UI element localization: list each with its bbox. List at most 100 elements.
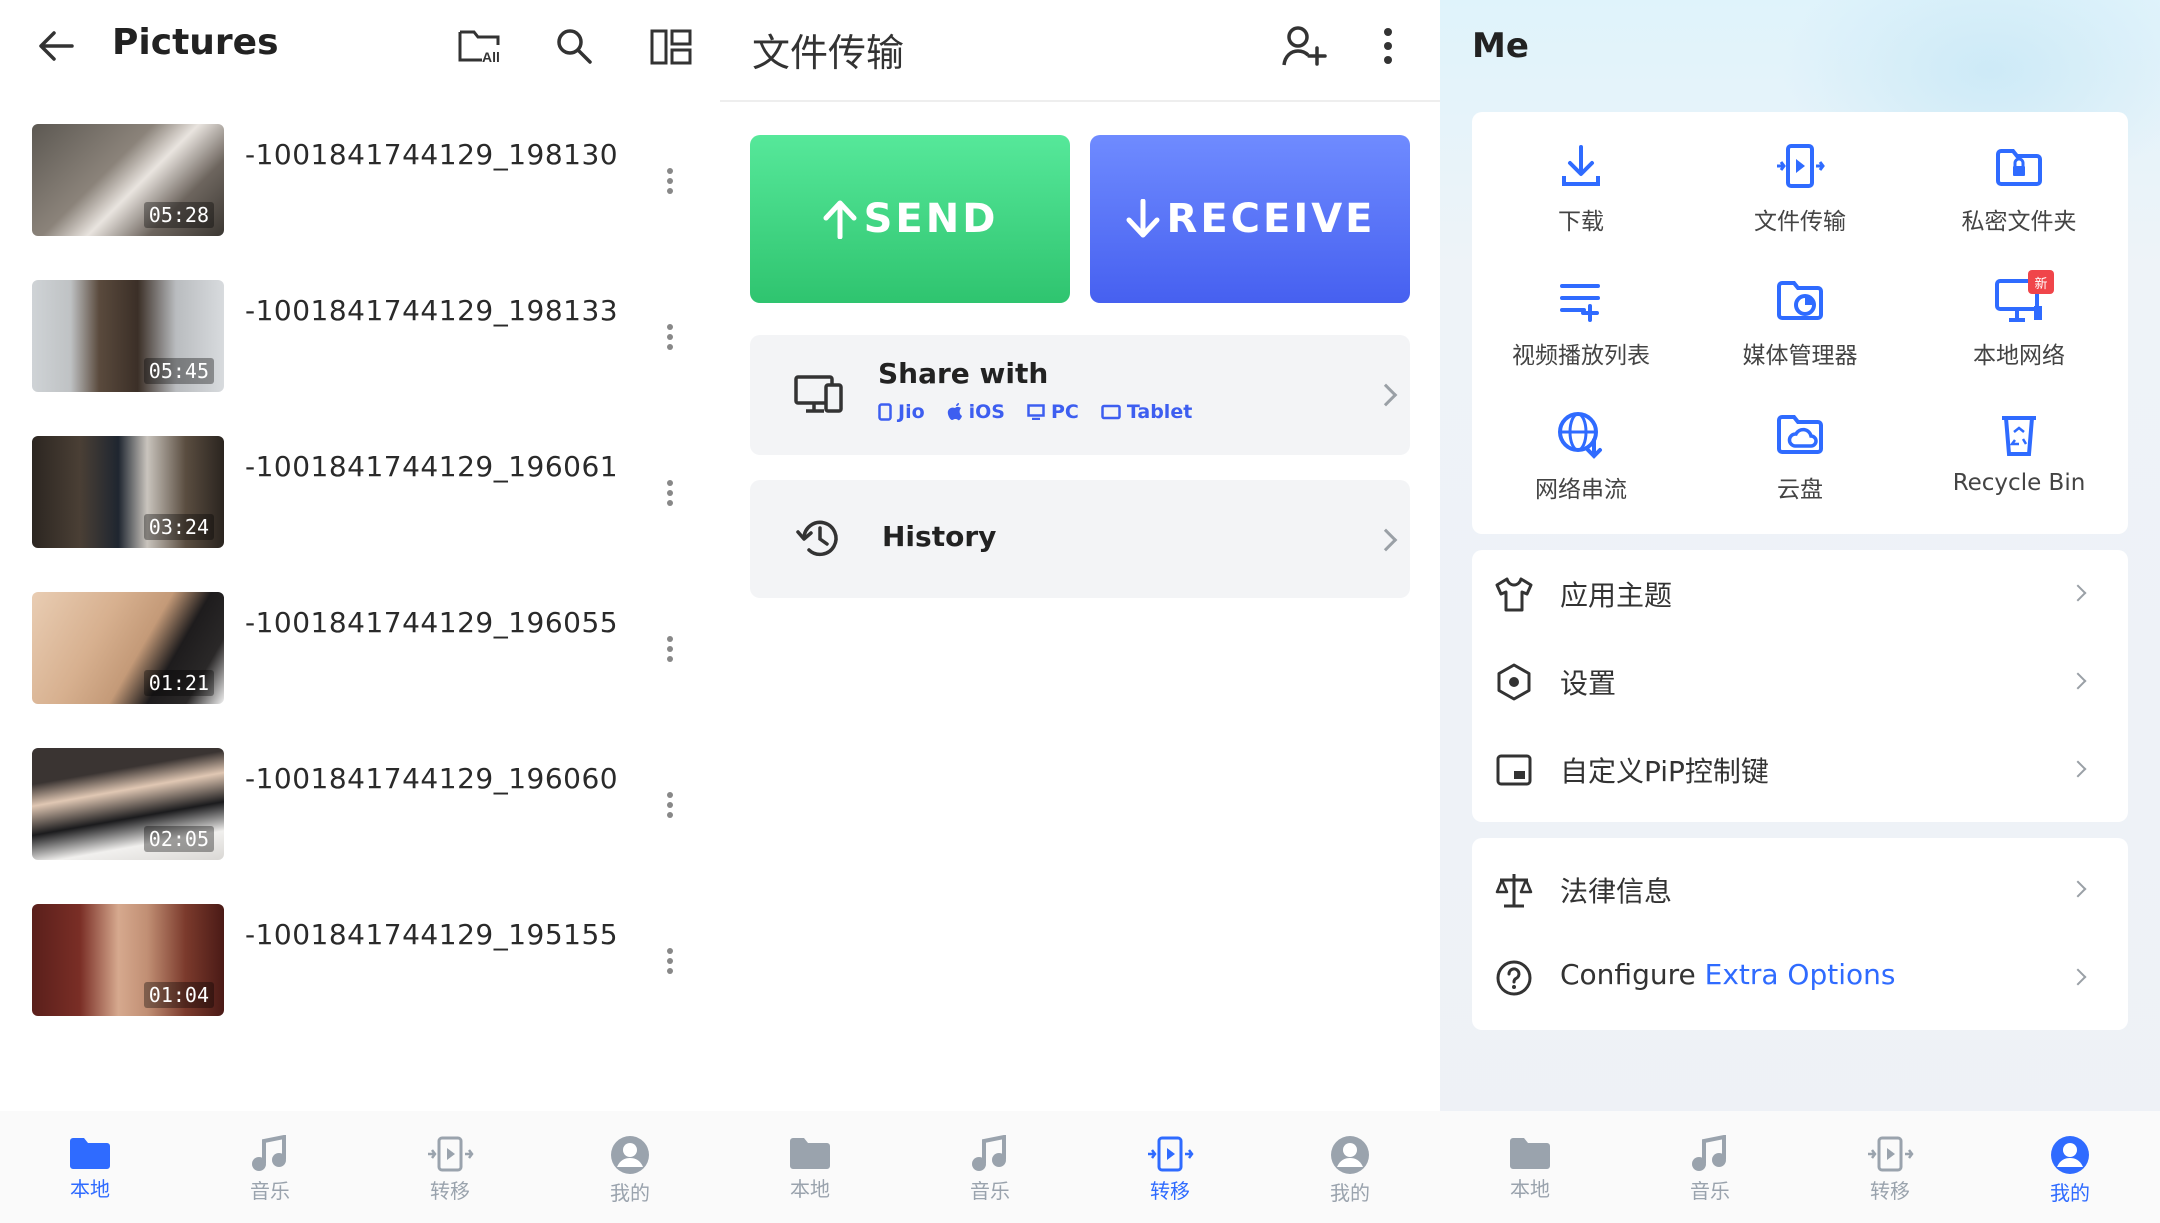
receive-button[interactable]: RECEIVE (1090, 135, 1410, 303)
chevron-right-icon (1374, 528, 1398, 552)
chevron-right-icon (2069, 880, 2087, 898)
playlist-icon (1560, 284, 1600, 322)
grid-item-local-network[interactable]: 新 本地网络 (1910, 246, 2128, 376)
video-item[interactable]: 02:05 -1001841744129_196060 (0, 748, 720, 904)
video-thumbnail[interactable]: 05:45 (32, 280, 224, 392)
video-name: -1001841744129_198133 (245, 294, 619, 327)
profile-icon (1331, 1136, 1369, 1174)
add-person-icon (1282, 26, 1327, 66)
layout-toggle-button[interactable] (648, 26, 694, 68)
grid-item-recycle-bin[interactable]: Recycle Bin (1910, 380, 2128, 510)
video-item[interactable]: 01:21 -1001841744129_196055 (0, 592, 720, 748)
share-with-card[interactable]: Share with Jio iOS PC Tablet (750, 335, 1410, 455)
chevron-right-icon (2069, 672, 2087, 690)
nav-me[interactable]: 我的 (1260, 1111, 1440, 1223)
search-button[interactable] (552, 24, 596, 68)
menu-item-theme[interactable]: 应用主题 (1472, 550, 2128, 638)
nav-me[interactable]: 我的 (1980, 1111, 2160, 1223)
more-options-button[interactable] (660, 476, 680, 516)
video-thumbnail[interactable]: 02:05 (32, 748, 224, 860)
apple-icon (947, 403, 962, 421)
file-transfer-icon (1777, 144, 1825, 188)
page-title: Pictures (112, 22, 279, 63)
send-button[interactable]: SEND (750, 135, 1070, 303)
music-icon (1692, 1135, 1726, 1171)
more-options-button[interactable] (660, 164, 680, 204)
nav-music[interactable]: 音乐 (180, 1111, 360, 1223)
me-panel: Me 下载 文件传输 私密文件夹 视频播放列表 媒体管理器 新 本地网络 网络串… (1440, 0, 2160, 1223)
video-thumbnail[interactable]: 01:04 (32, 904, 224, 1016)
menu-item-label: 应用主题 (1560, 579, 1673, 612)
music-icon (972, 1135, 1006, 1171)
video-thumbnail[interactable]: 05:28 (32, 124, 224, 236)
grid-layout-icon (650, 29, 692, 65)
grid-item-file-transfer[interactable]: 文件传输 (1691, 112, 1909, 242)
video-item[interactable]: 03:24 -1001841744129_196061 (0, 436, 720, 592)
menu-item-pip-controls[interactable]: 自定义PiP控制键 (1472, 726, 2128, 814)
grid-item-label: 网络串流 (1535, 477, 1627, 503)
phone-icon (878, 403, 892, 421)
grid-item-label: 视频播放列表 (1512, 343, 1650, 369)
nav-music[interactable]: 音乐 (1620, 1111, 1800, 1223)
network-stream-icon (1558, 412, 1602, 459)
video-item[interactable]: 05:28 -1001841744129_198130 (0, 124, 720, 280)
video-name: -1001841744129_195155 (245, 918, 619, 951)
more-menu-button[interactable] (1376, 24, 1400, 68)
grid-item-network-stream[interactable]: 网络串流 (1472, 380, 1690, 510)
monitor-icon (1027, 404, 1045, 420)
video-thumbnail[interactable]: 03:24 (32, 436, 224, 548)
nav-me[interactable]: 我的 (540, 1111, 720, 1223)
tag-jio: Jio (878, 401, 925, 423)
nav-label: 本地 (70, 1177, 110, 1201)
view-all-folders-button[interactable]: All (456, 24, 506, 68)
nav-transfer[interactable]: 转移 (360, 1111, 540, 1223)
video-name: -1001841744129_196061 (245, 450, 619, 483)
grid-item-private-folder[interactable]: 私密文件夹 (1910, 112, 2128, 242)
more-options-button[interactable] (660, 320, 680, 360)
grid-item-label: Recycle Bin (1952, 470, 2086, 496)
nav-local[interactable]: 本地 (1440, 1111, 1620, 1223)
more-options-button[interactable] (660, 632, 680, 672)
menu-item-legal[interactable]: 法律信息 (1472, 846, 2128, 934)
grid-item-playlist[interactable]: 视频播放列表 (1472, 246, 1690, 376)
chevron-right-icon (2069, 760, 2087, 778)
menu-item-label: Configure Extra Options (1560, 958, 1895, 991)
chevron-right-icon (1374, 383, 1398, 407)
tag-label: PC (1051, 401, 1079, 423)
search-icon (557, 29, 592, 64)
tag-pc: PC (1027, 401, 1079, 423)
nav-local[interactable]: 本地 (720, 1111, 900, 1223)
folder-all-icon: All (458, 30, 500, 65)
nav-transfer[interactable]: 转移 (1080, 1111, 1260, 1223)
cloud-drive-icon (1777, 415, 1823, 454)
nav-label: 本地 (790, 1177, 830, 1201)
back-button[interactable] (34, 26, 78, 66)
profile-icon (611, 1136, 649, 1174)
more-options-button[interactable] (660, 944, 680, 984)
menu-item-settings[interactable]: 设置 (1472, 638, 2128, 726)
svg-text:All: All (482, 49, 500, 65)
nav-transfer[interactable]: 转移 (1800, 1111, 1980, 1223)
tag-label: Jio (898, 401, 925, 423)
grid-item-cloud-drive[interactable]: 云盘 (1691, 380, 1909, 510)
settings-card: 应用主题 设置 自定义PiP控制键 (1472, 550, 2128, 822)
pictures-toolbar: Pictures All (0, 0, 720, 92)
video-item[interactable]: 01:04 -1001841744129_195155 (0, 904, 720, 1060)
media-manager-icon (1777, 281, 1823, 320)
folder-icon (1510, 1138, 1550, 1169)
history-card[interactable]: History (750, 480, 1410, 598)
nav-local[interactable]: 本地 (0, 1111, 180, 1223)
profile-icon (2051, 1136, 2089, 1174)
menu-item-configure-extra-options[interactable]: Configure Extra Options (1472, 934, 2128, 1022)
nav-music[interactable]: 音乐 (900, 1111, 1080, 1223)
grid-item-download[interactable]: 下载 (1472, 112, 1690, 242)
grid-item-media-manager[interactable]: 媒体管理器 (1691, 246, 1909, 376)
add-contact-button[interactable] (1280, 22, 1328, 70)
grid-item-label: 云盘 (1777, 477, 1823, 503)
video-item[interactable]: 05:45 -1001841744129_198133 (0, 280, 720, 436)
share-title: Share with (878, 357, 1049, 390)
transfer-icon (1868, 1136, 1914, 1172)
more-options-button[interactable] (660, 788, 680, 828)
video-thumbnail[interactable]: 01:21 (32, 592, 224, 704)
scales-icon (1495, 874, 1533, 908)
